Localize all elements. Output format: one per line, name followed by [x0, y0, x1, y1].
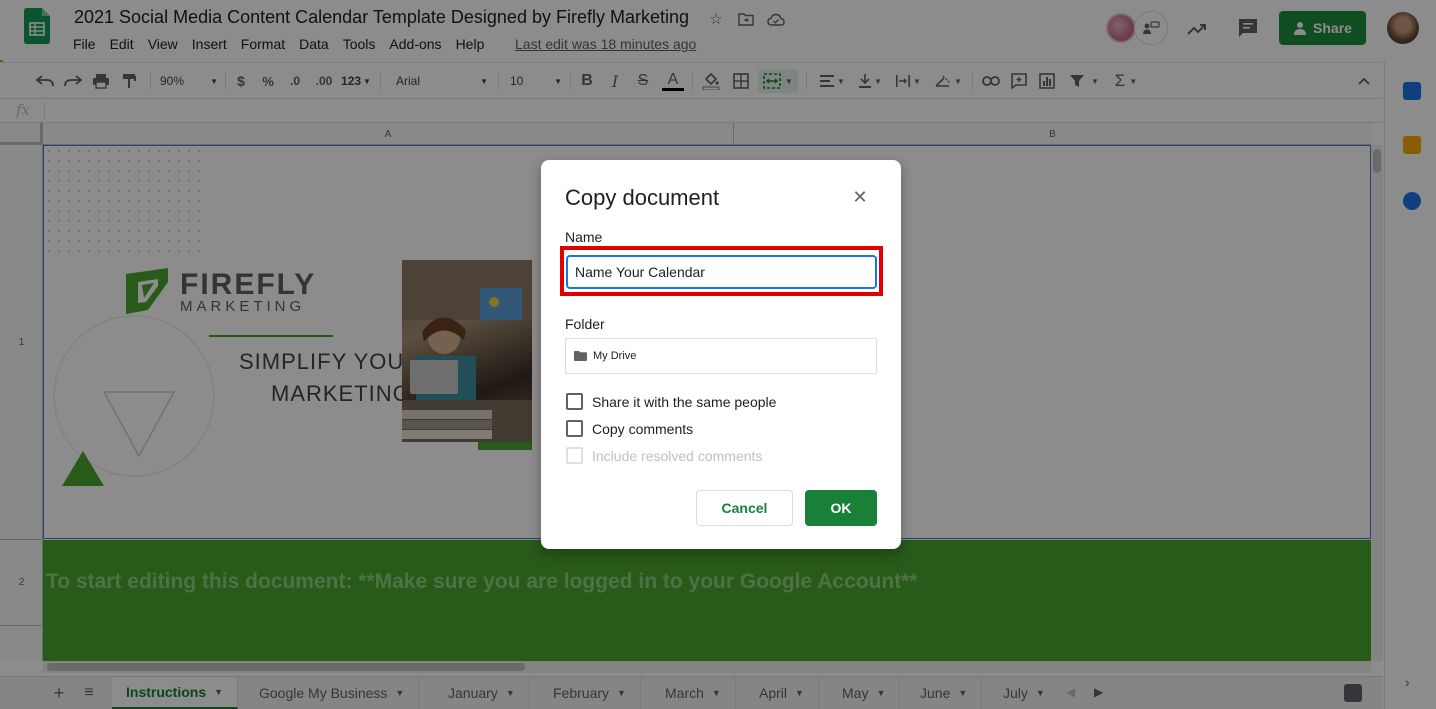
include-resolved-checkbox	[566, 447, 583, 464]
share-same-people-checkbox[interactable]	[566, 393, 583, 410]
folder-label: Folder	[565, 316, 605, 332]
include-resolved-option: Include resolved comments	[566, 447, 762, 464]
copy-comments-label: Copy comments	[592, 420, 694, 437]
include-resolved-label: Include resolved comments	[592, 447, 763, 464]
name-label: Name	[565, 229, 603, 245]
copy-document-dialog: Copy document ✕ Name Folder My Drive Sha…	[541, 160, 901, 549]
copy-comments-option[interactable]: Copy comments	[566, 420, 693, 437]
name-input[interactable]	[566, 255, 877, 289]
share-same-people-option[interactable]: Share it with the same people	[566, 393, 776, 410]
dialog-title: Copy document	[565, 185, 720, 210]
folder-icon	[574, 351, 587, 361]
share-same-people-label: Share it with the same people	[592, 393, 777, 410]
ok-button[interactable]: OK	[805, 490, 877, 526]
folder-picker[interactable]: My Drive	[565, 338, 877, 374]
close-icon[interactable]: ✕	[850, 187, 870, 207]
cancel-button[interactable]: Cancel	[696, 490, 793, 526]
copy-comments-checkbox[interactable]	[566, 420, 583, 437]
folder-value: My Drive	[593, 350, 637, 362]
